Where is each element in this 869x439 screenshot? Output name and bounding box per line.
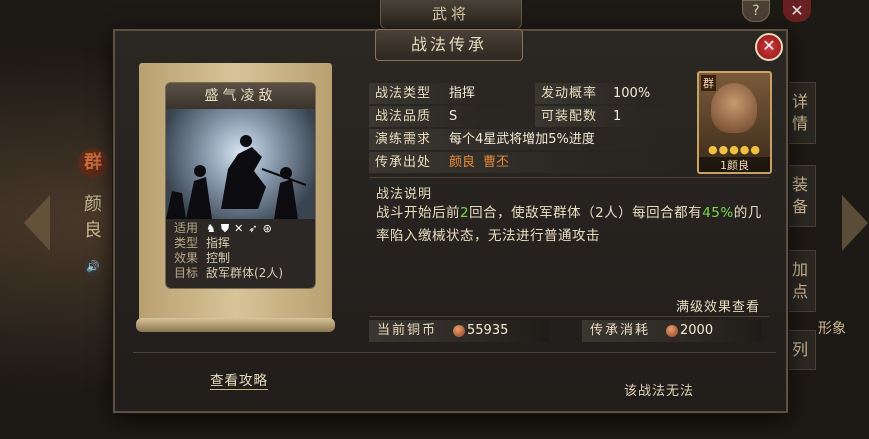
- divider: [133, 352, 776, 353]
- close-icon[interactable]: ✕: [755, 33, 783, 61]
- dialog-title: 战法传承: [375, 29, 523, 61]
- card-row-value: 指挥: [206, 236, 231, 250]
- card-row-key: 类型: [173, 236, 198, 250]
- info-value: 100%: [613, 86, 651, 101]
- info-label: 战法品质: [375, 109, 432, 124]
- cavalry-icon: ♞: [206, 221, 216, 235]
- info-skill-type: 战法类型 指挥: [369, 83, 529, 104]
- skill-art-image: [166, 109, 315, 219]
- portrait-faction: 群: [701, 75, 716, 91]
- faction-badge: 群: [78, 148, 108, 178]
- sound-icon[interactable]: 🔊: [84, 258, 102, 276]
- divider: [369, 316, 769, 317]
- copper-coin-icon: [666, 325, 678, 337]
- help-button[interactable]: ?: [742, 0, 770, 22]
- tab-details[interactable]: 详情: [784, 82, 816, 144]
- info-label: 传承出处: [375, 155, 432, 170]
- page-close-button[interactable]: ✕: [783, 0, 811, 22]
- copper-label: 当前铜币: [377, 323, 438, 338]
- tab-points[interactable]: 加点: [784, 250, 816, 312]
- description-text: 战斗开始后前2回合，使敌军群体（2人）每回合都有45%的几率陷入缴械状态，无法进…: [376, 202, 766, 248]
- next-hero-arrow-icon[interactable]: [842, 195, 868, 251]
- card-row-key: 适用: [173, 221, 198, 235]
- shield-icon: ⛊: [220, 221, 230, 235]
- card-row-effect: 效果 控制: [166, 251, 315, 266]
- troop-icons: ♞ ⛊ ✕ ➶ ⊛: [206, 221, 315, 236]
- hero-portrait[interactable]: 群 ●●●●● 1颜良: [697, 71, 772, 174]
- info-skill-quality: 战法品质 S: [369, 106, 529, 127]
- divider: [369, 177, 769, 178]
- view-guide-link[interactable]: 查看攻略: [210, 369, 268, 390]
- spear-icon: ➶: [248, 221, 258, 235]
- archer-icon: ✕: [234, 221, 244, 235]
- inherit-cost: 传承消耗 2000: [582, 320, 762, 342]
- card-row-value: 敌军群体(2人): [206, 266, 283, 280]
- inherit-cost-value: 2000: [680, 323, 714, 338]
- info-label: 发动概率: [541, 86, 598, 101]
- card-row-type: 类型 指挥: [166, 236, 315, 251]
- info-equip-slots: 可装配数 1: [535, 106, 685, 127]
- info-value: S: [449, 109, 458, 124]
- desc-highlight: 45%: [702, 205, 734, 221]
- siege-icon: ⊛: [262, 221, 272, 235]
- info-label: 可装配数: [541, 109, 598, 124]
- info-label: 战法类型: [375, 86, 432, 101]
- status-text: 该战法无法: [624, 384, 695, 399]
- prev-hero-arrow-icon[interactable]: [24, 195, 50, 251]
- card-row-key: 效果: [173, 251, 198, 265]
- desc-part: 战斗开始后前: [376, 205, 460, 221]
- skill-name: 盛气凌敌: [166, 83, 315, 109]
- copper-coin-icon: [453, 325, 465, 337]
- card-row-applicable: 适用 ♞ ⛊ ✕ ➶ ⊛: [166, 221, 315, 236]
- skill-card: 盛气凌敌 适用 ♞ ⛊ ✕ ➶ ⊛ 类型 指挥 效果 控制 目标 敌军群体(2人…: [165, 82, 316, 289]
- source-hero-link[interactable]: 曹丕: [483, 155, 509, 170]
- desc-highlight: 2: [460, 205, 470, 221]
- full-effect-link[interactable]: 满级效果查看: [676, 296, 760, 315]
- appearance-label[interactable]: 形象: [818, 318, 846, 338]
- info-value: 每个4星武将增加5%进度: [449, 132, 595, 147]
- scroll-roll: [136, 318, 335, 332]
- page-title: 武将: [380, 0, 522, 29]
- description-title: 战法说明: [376, 187, 433, 202]
- info-inherit-source: 传承出处 颜良 曹丕: [369, 152, 685, 173]
- desc-part: 回合，使敌军群体（2人）每回合都有: [469, 205, 703, 221]
- portrait-name: 1颜良: [699, 157, 770, 172]
- skill-stats: 适用 ♞ ⛊ ✕ ➶ ⊛ 类型 指挥 效果 控制 目标 敌军群体(2人): [166, 221, 315, 281]
- card-row-key: 目标: [173, 266, 198, 280]
- copper-balance: 当前铜币 55935: [369, 320, 549, 342]
- info-trigger-rate: 发动概率 100%: [535, 83, 685, 104]
- info-value: 1: [613, 109, 622, 124]
- info-label: 演练需求: [375, 132, 432, 147]
- inherit-cost-label: 传承消耗: [590, 323, 651, 338]
- info-value: 颜良 曹丕: [449, 152, 517, 173]
- hero-name: 颜良: [84, 194, 102, 241]
- tab-list[interactable]: 列: [784, 330, 816, 370]
- source-hero-link[interactable]: 颜良: [449, 155, 475, 170]
- card-row-value: 控制: [206, 251, 231, 265]
- portrait-face: [711, 83, 757, 133]
- tab-equipment[interactable]: 装备: [784, 165, 816, 227]
- card-row-target: 目标 敌军群体(2人): [166, 266, 315, 281]
- info-value: 指挥: [449, 86, 476, 101]
- info-practice-req: 演练需求 每个4星武将增加5%进度: [369, 129, 685, 150]
- copper-value: 55935: [467, 323, 509, 338]
- star-rating: ●●●●●: [708, 143, 761, 156]
